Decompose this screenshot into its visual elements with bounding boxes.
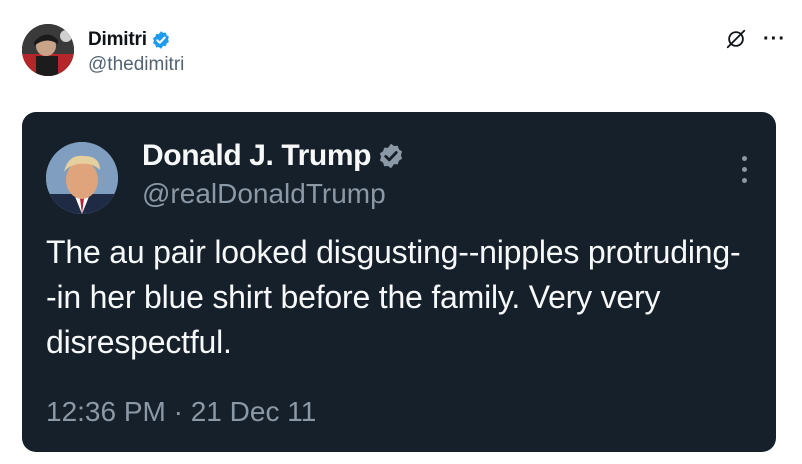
- dot: [741, 178, 747, 183]
- header-actions: ···: [725, 28, 786, 50]
- embed-author-handle[interactable]: @realDonaldTrump: [142, 178, 405, 210]
- dot: [741, 167, 747, 172]
- author-name[interactable]: Dimitri: [88, 29, 147, 51]
- embedded-tweet-card[interactable]: Donald J. Trump @realDonaldTrump The au …: [22, 112, 776, 452]
- embed-timestamp[interactable]: 12:36 PM · 21 Dec 11: [46, 396, 316, 428]
- embed-author-name[interactable]: Donald J. Trump: [142, 139, 371, 173]
- verified-badge-icon: [377, 142, 405, 170]
- grok-icon[interactable]: [725, 28, 747, 50]
- author-info: Dimitri @thedimitri: [88, 28, 184, 76]
- more-horizontal-icon[interactable]: ···: [763, 29, 786, 49]
- embed-tweet-text: The au pair looked disgusting--nipples p…: [46, 234, 741, 360]
- author-handle[interactable]: @thedimitri: [88, 54, 184, 76]
- avatar[interactable]: [22, 24, 74, 76]
- author-name-row: Dimitri: [88, 28, 184, 52]
- verified-badge-icon: [151, 30, 171, 50]
- embed-author-name-row: Donald J. Trump: [142, 136, 405, 176]
- dot: [741, 156, 747, 161]
- more-vertical-icon[interactable]: [740, 156, 748, 186]
- post-header: Dimitri @thedimitri ···: [22, 24, 786, 78]
- embed-author-info: Donald J. Trump @realDonaldTrump: [142, 136, 405, 210]
- embed-avatar[interactable]: [46, 142, 118, 214]
